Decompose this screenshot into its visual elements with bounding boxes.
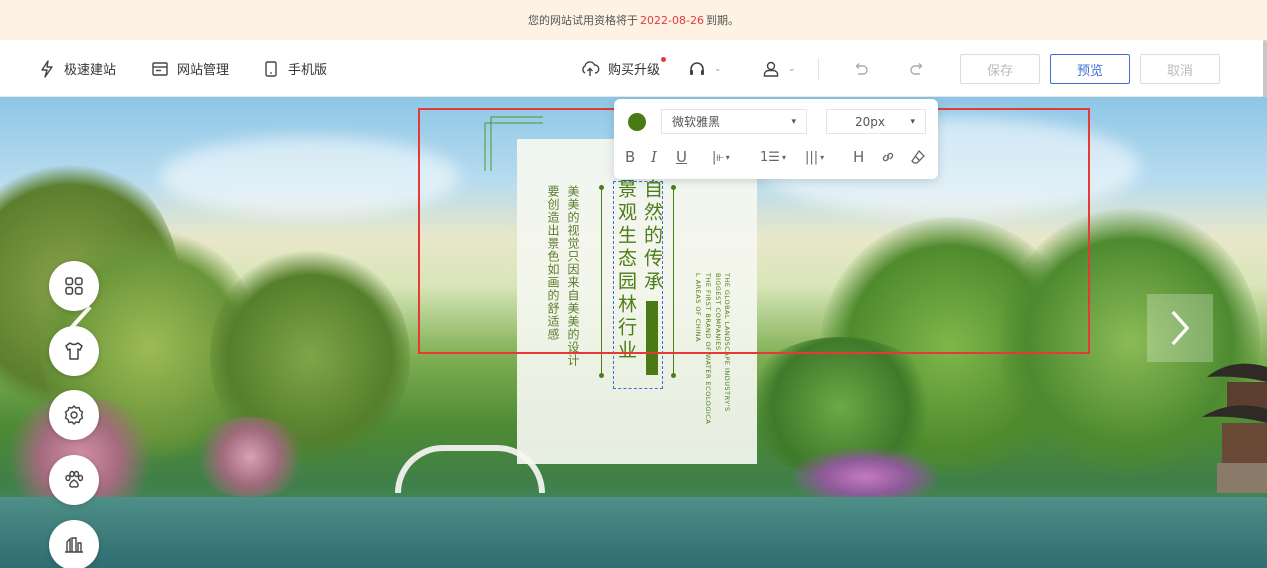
text-format-toolbar: 微软雅黑 ▾ 20px ▾ B I U |⫦ ▾ 1☰ ▾ ||| ▾ H xyxy=(614,99,938,179)
cloud-upload-icon xyxy=(582,60,600,76)
title-accent-bar xyxy=(646,301,658,375)
subtitle-line-2[interactable]: 要创造出景色如画的舒适感 xyxy=(545,185,562,341)
english-line-1[interactable]: THE GLOBAL LANDSCAPE INDUSTRY'S xyxy=(722,273,731,412)
settings-icon xyxy=(64,405,84,425)
mobile-version-label: 手机版 xyxy=(288,63,328,78)
account-menu[interactable]: ⌄ xyxy=(762,40,796,97)
toolbar-divider xyxy=(818,58,819,80)
english-line-3[interactable]: THE FIRST BRAND OF WATER ECOLOGICA xyxy=(703,273,712,424)
quick-build-label: 极速建站 xyxy=(64,63,117,78)
list-icon: 1☰ xyxy=(760,149,780,165)
link-button[interactable] xyxy=(880,147,896,167)
align-dropdown[interactable]: |⫦ ▾ xyxy=(712,147,730,167)
paw-icon xyxy=(65,470,84,488)
letter-spacing-icon: ||| xyxy=(805,149,819,165)
eraser-icon xyxy=(911,149,925,164)
preview-button[interactable]: 预览 xyxy=(1050,54,1130,84)
font-family-value: 微软雅黑 xyxy=(672,115,721,129)
clear-format-button[interactable] xyxy=(910,147,926,167)
bold-icon: B xyxy=(625,148,636,166)
decorative-corner-lines xyxy=(484,116,543,171)
redo-icon xyxy=(910,62,923,75)
divider-line-left xyxy=(601,187,602,375)
caret-down-icon: ▾ xyxy=(910,116,915,127)
components-button[interactable] xyxy=(49,261,99,311)
divider-dot xyxy=(671,185,676,190)
site-manage-button[interactable]: 网站管理 xyxy=(151,40,229,97)
trial-banner: 您的网站试用资格将于 2022-08-26 到期。 xyxy=(0,0,1267,40)
theme-button[interactable] xyxy=(49,326,99,376)
italic-icon: I xyxy=(651,148,657,166)
quick-build-button[interactable]: 极速建站 xyxy=(38,40,116,97)
underline-icon: U xyxy=(676,148,687,166)
letter-spacing-dropdown[interactable]: ||| ▾ xyxy=(805,147,824,167)
website-manage-icon xyxy=(152,61,168,76)
divider-line-right xyxy=(673,187,674,375)
divider-dot xyxy=(671,373,676,378)
font-size-select[interactable]: 20px ▾ xyxy=(826,109,926,134)
heading-icon: H xyxy=(853,148,865,166)
font-size-value: 20px xyxy=(855,114,885,129)
site-manage-label: 网站管理 xyxy=(177,63,230,78)
grid-icon xyxy=(65,277,83,295)
underline-button[interactable]: U xyxy=(676,147,687,167)
mobile-version-button[interactable]: 手机版 xyxy=(262,40,327,97)
pets-button[interactable] xyxy=(49,455,99,505)
caret-down-icon: ▾ xyxy=(791,116,796,127)
editor-toolbar: 极速建站 网站管理 手机版 购买升级 ⌄ ⌄ 保存 预览 取消 xyxy=(0,40,1267,97)
upgrade-label: 购买升级 xyxy=(608,63,661,78)
banner-expiry-date: 2022-08-26 xyxy=(640,13,704,27)
font-color-picker[interactable] xyxy=(628,113,646,131)
english-line-4[interactable]: L AREAS OF CHINA xyxy=(693,273,702,342)
undo-icon xyxy=(855,62,868,75)
headset-icon xyxy=(690,61,704,75)
support-menu[interactable]: ⌄ xyxy=(688,40,722,97)
user-icon xyxy=(763,61,779,77)
settings-button[interactable] xyxy=(49,390,99,440)
subtitle-line-1[interactable]: 美美的视觉只因来自美美的设计 xyxy=(565,185,582,367)
undo-button[interactable] xyxy=(852,40,870,97)
chevron-down-icon: ⌄ xyxy=(788,63,796,74)
lightning-icon xyxy=(41,59,53,78)
title-line-2[interactable]: 景观生态园林行业 xyxy=(613,179,640,363)
link-icon xyxy=(882,152,894,162)
cancel-button[interactable]: 取消 xyxy=(1140,54,1220,84)
banner-prefix: 您的网站试用资格将于 xyxy=(528,14,639,27)
title-line-1[interactable]: 自然的传承 xyxy=(639,179,666,294)
slide-next-button[interactable] xyxy=(1147,294,1213,362)
align-icon: |⫦ xyxy=(712,149,724,165)
bold-button[interactable]: B xyxy=(625,147,635,167)
mobile-icon xyxy=(265,60,277,77)
banner-suffix: 到期。 xyxy=(705,14,739,27)
notification-dot xyxy=(661,57,666,62)
redo-button[interactable] xyxy=(908,40,926,97)
design-canvas[interactable]: 美美的视觉只因来自美美的设计 要创造出景色如画的舒适感 自然的传承 景观生态园林… xyxy=(0,97,1267,568)
heading-button[interactable]: H xyxy=(853,147,864,167)
divider-dot xyxy=(599,373,604,378)
building-icon xyxy=(65,537,83,553)
italic-button[interactable]: I xyxy=(651,147,657,167)
save-button[interactable]: 保存 xyxy=(960,54,1040,84)
font-family-select[interactable]: 微软雅黑 ▾ xyxy=(661,109,807,134)
english-line-2[interactable]: BIGGEST COMPANIES xyxy=(713,273,722,350)
line-height-dropdown[interactable]: 1☰ ▾ xyxy=(760,147,786,167)
site-structure-button[interactable] xyxy=(49,520,99,568)
theme-shirt-icon xyxy=(65,342,83,360)
chevron-down-icon: ⌄ xyxy=(714,63,722,74)
chevron-right-icon xyxy=(1171,310,1190,346)
upgrade-button[interactable]: 购买升级 xyxy=(580,40,666,97)
divider-dot xyxy=(599,185,604,190)
